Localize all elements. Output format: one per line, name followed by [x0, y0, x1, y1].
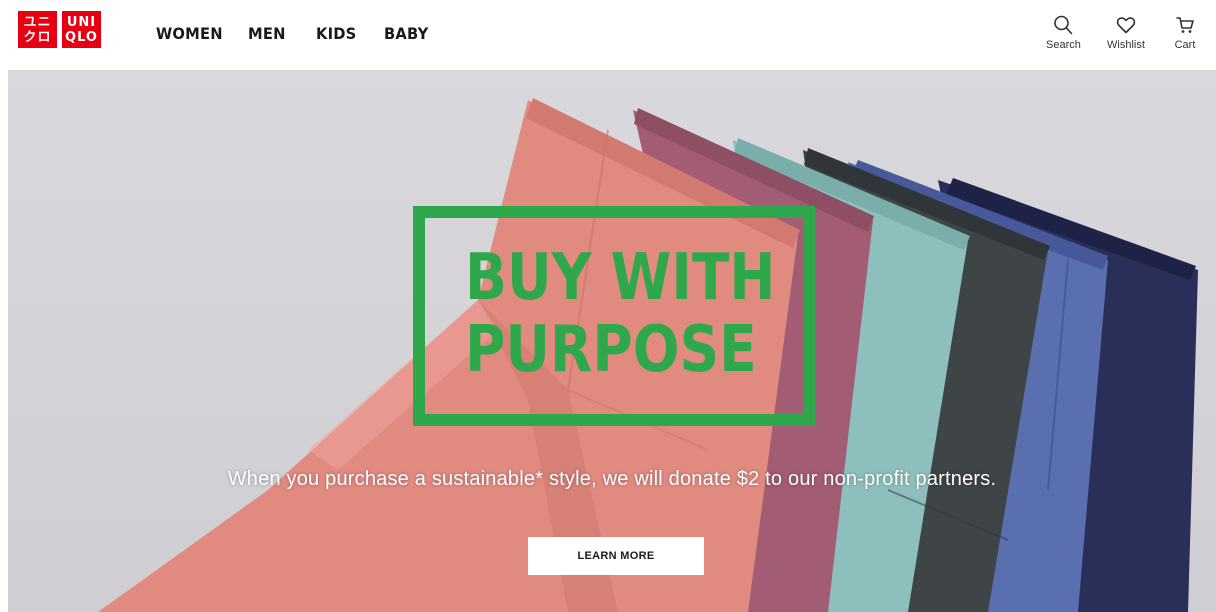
logo-latin-box: UNI QLO	[62, 11, 101, 48]
hero-subtext: When you purchase a sustainable* style, …	[227, 468, 997, 490]
cart-button[interactable]: Cart	[1174, 14, 1196, 51]
nav-item-kids[interactable]: KIDS	[316, 24, 356, 43]
cart-label: Cart	[1174, 39, 1196, 51]
logo-katakana-box: ユニ クロ	[18, 11, 57, 48]
site-header: ユニ クロ UNI QLO WOMEN MEN KIDS BABY Search…	[0, 0, 1216, 70]
hero-headline-line2: PURPOSE	[465, 313, 757, 387]
search-button[interactable]: Search	[1046, 14, 1081, 51]
hero-headline-line1: BUY WITH	[465, 241, 776, 315]
headline-frame: BUY WITH PURPOSE	[413, 206, 815, 426]
search-icon	[1054, 15, 1073, 35]
logo-katakana-line1: ユニ	[23, 14, 52, 30]
uniqlo-logo[interactable]: ユニ クロ UNI QLO	[18, 11, 101, 48]
hero-headline: BUY WITH PURPOSE	[465, 242, 775, 386]
hero-banner[interactable]: BUY WITH PURPOSE When you purchase a sus…	[8, 70, 1216, 612]
nav-item-baby[interactable]: BABY	[384, 24, 428, 43]
logo-katakana-line2: クロ	[23, 29, 52, 45]
logo-latin-line1: UNI	[66, 14, 97, 30]
nav-item-men[interactable]: MEN	[248, 24, 286, 43]
wishlist-label: Wishlist	[1107, 39, 1145, 51]
wishlist-button[interactable]: Wishlist	[1107, 14, 1145, 51]
learn-more-button[interactable]: LEARN MORE	[528, 537, 704, 575]
search-label: Search	[1046, 39, 1081, 51]
cart-icon	[1176, 17, 1194, 33]
logo-latin-line2: QLO	[65, 29, 98, 45]
heart-icon	[1116, 17, 1136, 34]
nav-item-women[interactable]: WOMEN	[156, 24, 223, 43]
